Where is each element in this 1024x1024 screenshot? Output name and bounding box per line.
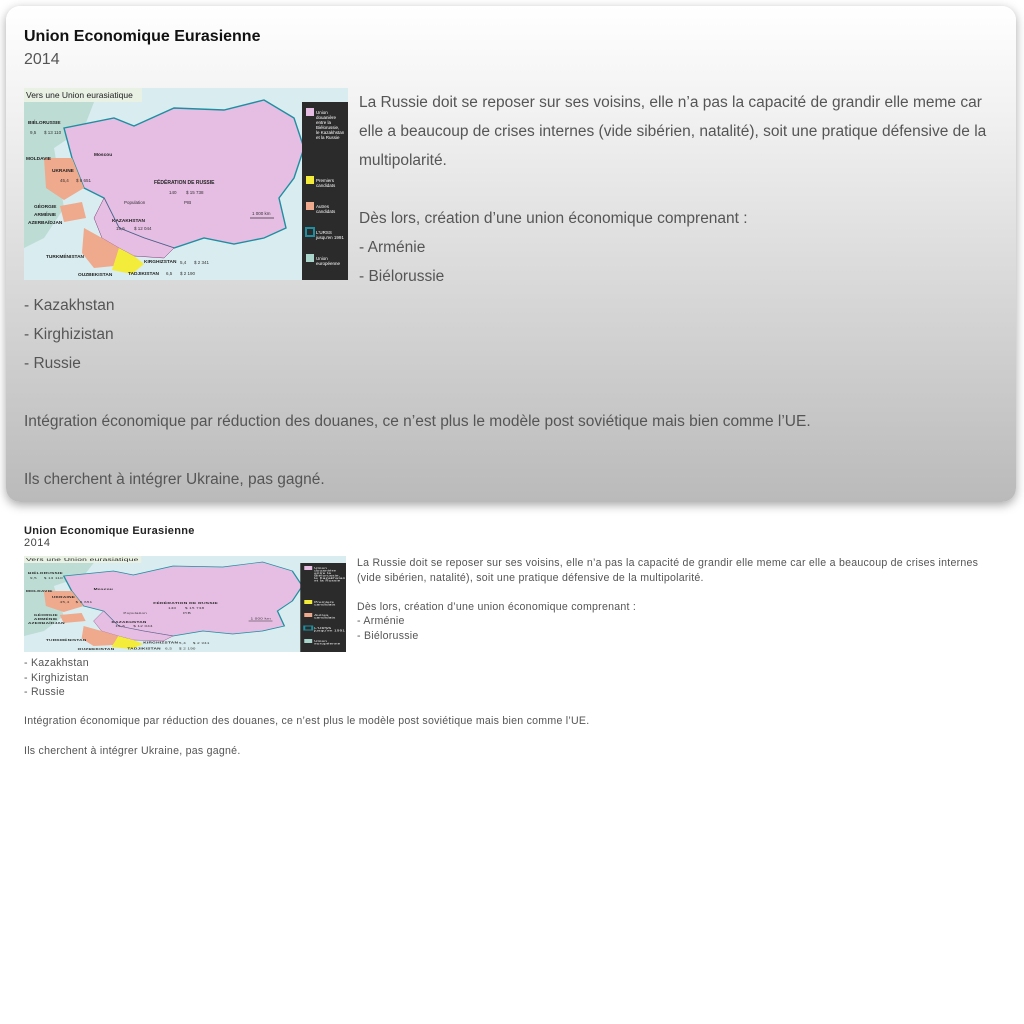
map-label-kipib: $ 2 341: [194, 260, 210, 265]
eurasia-map: Uniondouanièreentre laBiélorussie,le Kaz…: [24, 88, 348, 280]
map-label-tpib: $ 2 190: [179, 648, 196, 651]
map-label-upop: 45,4: [60, 178, 69, 183]
paragraph-integration: Intégration économique par réduction des…: [24, 413, 811, 430]
map-label-rpib: $ 15 738: [185, 607, 204, 610]
map-label-pop: Population: [124, 200, 146, 205]
thumbnail-paragraph-ukraine: Ils cherchent à intégrer Ukraine, pas ga…: [24, 744, 241, 757]
thumbnail-map-image: Union douanière entre la Biélorussie, le Kaz…: [24, 556, 346, 652]
slide-year: 2014: [24, 51, 60, 68]
map-label-scale: 1 000 km: [252, 211, 271, 216]
map-image: Union douanière entre la Biélorussie, le Kaz…: [24, 88, 348, 280]
map-label-kpib: $ 12 044: [134, 226, 152, 231]
map-label-ouz: OUZBEKISTAN: [78, 272, 113, 278]
map-label-kpib: $ 12 044: [133, 625, 152, 628]
map-label-bpop: 9,5: [30, 130, 37, 135]
map-label-bpop: 9,5: [30, 577, 37, 580]
map-label-mos: Moscou: [94, 152, 112, 158]
map-label-aze: AZERBAÏDJAN: [28, 219, 63, 226]
eurasia-map: Uniondouanièreentre laBiélorussie,le Kaz…: [24, 556, 346, 652]
map-label-kir: KIRGHIZSTAN: [144, 259, 177, 265]
svg-text:candidats: candidats: [316, 209, 336, 214]
map-label-tpop: 6,5: [166, 271, 173, 276]
svg-text:européenne: européenne: [316, 261, 341, 266]
map-label-bpib: $ 13 110: [44, 130, 62, 135]
map-label-tpop: 6,5: [165, 648, 172, 651]
map-label-kipop: 5,4: [179, 642, 186, 645]
thumbnail-list-item: - Kirghizistan: [24, 671, 89, 684]
thumbnail-list-item: - Kazakhstan: [24, 657, 89, 669]
map-label-pop: Population: [123, 612, 147, 615]
thumbnail-title: Union Economique Eurasienne: [24, 525, 195, 537]
map-label-fed: FÉDÉRATION DE RUSSIE: [154, 178, 215, 186]
map-label-kpop: 15,6: [115, 625, 125, 628]
map-label-title: Vers une Union eurasiatique: [26, 558, 139, 562]
map-label-upib: $ 6 651: [76, 601, 93, 604]
map-label-upib: $ 6 651: [76, 178, 92, 183]
map-label-kaz: KAZAKHSTAN: [112, 218, 145, 224]
svg-text:candidats: candidats: [316, 183, 336, 188]
map-label-mol: MOLDAVIE: [26, 590, 53, 593]
map-label-geo: GÉORGIE: [34, 613, 58, 616]
svg-text:candidats: candidats: [314, 604, 335, 607]
slide-preview-card[interactable]: Union Economique Eurasienne 2014 Union do…: [6, 6, 1016, 502]
thumbnail-paragraph-integration: Intégration économique par réduction des…: [24, 715, 590, 728]
map-label-kipib: $ 2 341: [193, 642, 210, 645]
map-label-kpop: 15,6: [116, 226, 125, 231]
map-label-fed: FÉDÉRATION DE RUSSIE: [153, 601, 218, 604]
slide-title: Union Economique Eurasienne: [24, 28, 261, 45]
map-label-ukr: UKRAINE: [52, 596, 76, 599]
map-label-bel: BIÉLORUSSIE: [28, 571, 63, 574]
map-label-kipop: 5,4: [180, 260, 187, 265]
thumbnail-list-item: - Russie: [24, 686, 65, 699]
list-item: - Kirghizistan: [24, 326, 114, 343]
map-label-title: Vers une Union eurasiatique: [26, 90, 133, 100]
map-label-kaz: KAZAKHSTAN: [111, 621, 146, 624]
map-label-tpib: $ 2 190: [180, 271, 196, 276]
map-label-rpib: $ 15 738: [186, 190, 204, 195]
map-label-taj: TADJIKISTAN: [128, 271, 160, 277]
map-label-mol: MOLDAVIE: [26, 156, 52, 162]
map-label-kir: KIRGHIZSTAN: [143, 642, 178, 645]
map-label-pib: PIB: [184, 200, 191, 205]
map-label-ouz: OUZBEKISTAN: [78, 648, 115, 651]
map-label-bpib: $ 13 110: [44, 577, 63, 580]
svg-text:candidats: candidats: [314, 617, 335, 620]
list-item: - Russie: [24, 355, 81, 372]
map-label-mos: Moscou: [94, 588, 114, 591]
slide-body: Union douanière entre la Biélorussie, le Kaz…: [24, 88, 999, 494]
map-label-rpop: 140: [168, 607, 176, 610]
paragraph-ukraine: Ils cherchent à intégrer Ukraine, pas ga…: [24, 471, 325, 488]
svg-text:et la Russie: et la Russie: [314, 580, 340, 583]
map-label-scale: 1 000 km: [251, 618, 271, 621]
thumbnail-body: Union douanière entre la Biélorussie, le Kaz…: [24, 556, 994, 758]
map-label-taj: TADJIKISTAN: [127, 648, 161, 651]
map-label-arm: ARMÉNIE: [34, 617, 58, 620]
thumbnail-year: 2014: [24, 537, 51, 549]
map-label-rpop: 140: [169, 190, 177, 195]
list-item: - Kazakhstan: [24, 297, 115, 314]
svg-text:et la Russie: et la Russie: [316, 135, 340, 140]
map-label-aze: AZERBAÏDJAN: [28, 622, 65, 625]
svg-text:jusqu'en 1991: jusqu'en 1991: [315, 235, 344, 240]
map-label-pib: PIB: [183, 612, 192, 615]
map-label-ukr: UKRAINE: [52, 168, 75, 174]
map-label-upop: 45,4: [60, 601, 70, 604]
map-label-tur: TURKMÉNISTAN: [46, 638, 87, 641]
svg-text:jusqu'en 1991: jusqu'en 1991: [313, 630, 345, 633]
svg-text:européenne: européenne: [314, 643, 340, 646]
